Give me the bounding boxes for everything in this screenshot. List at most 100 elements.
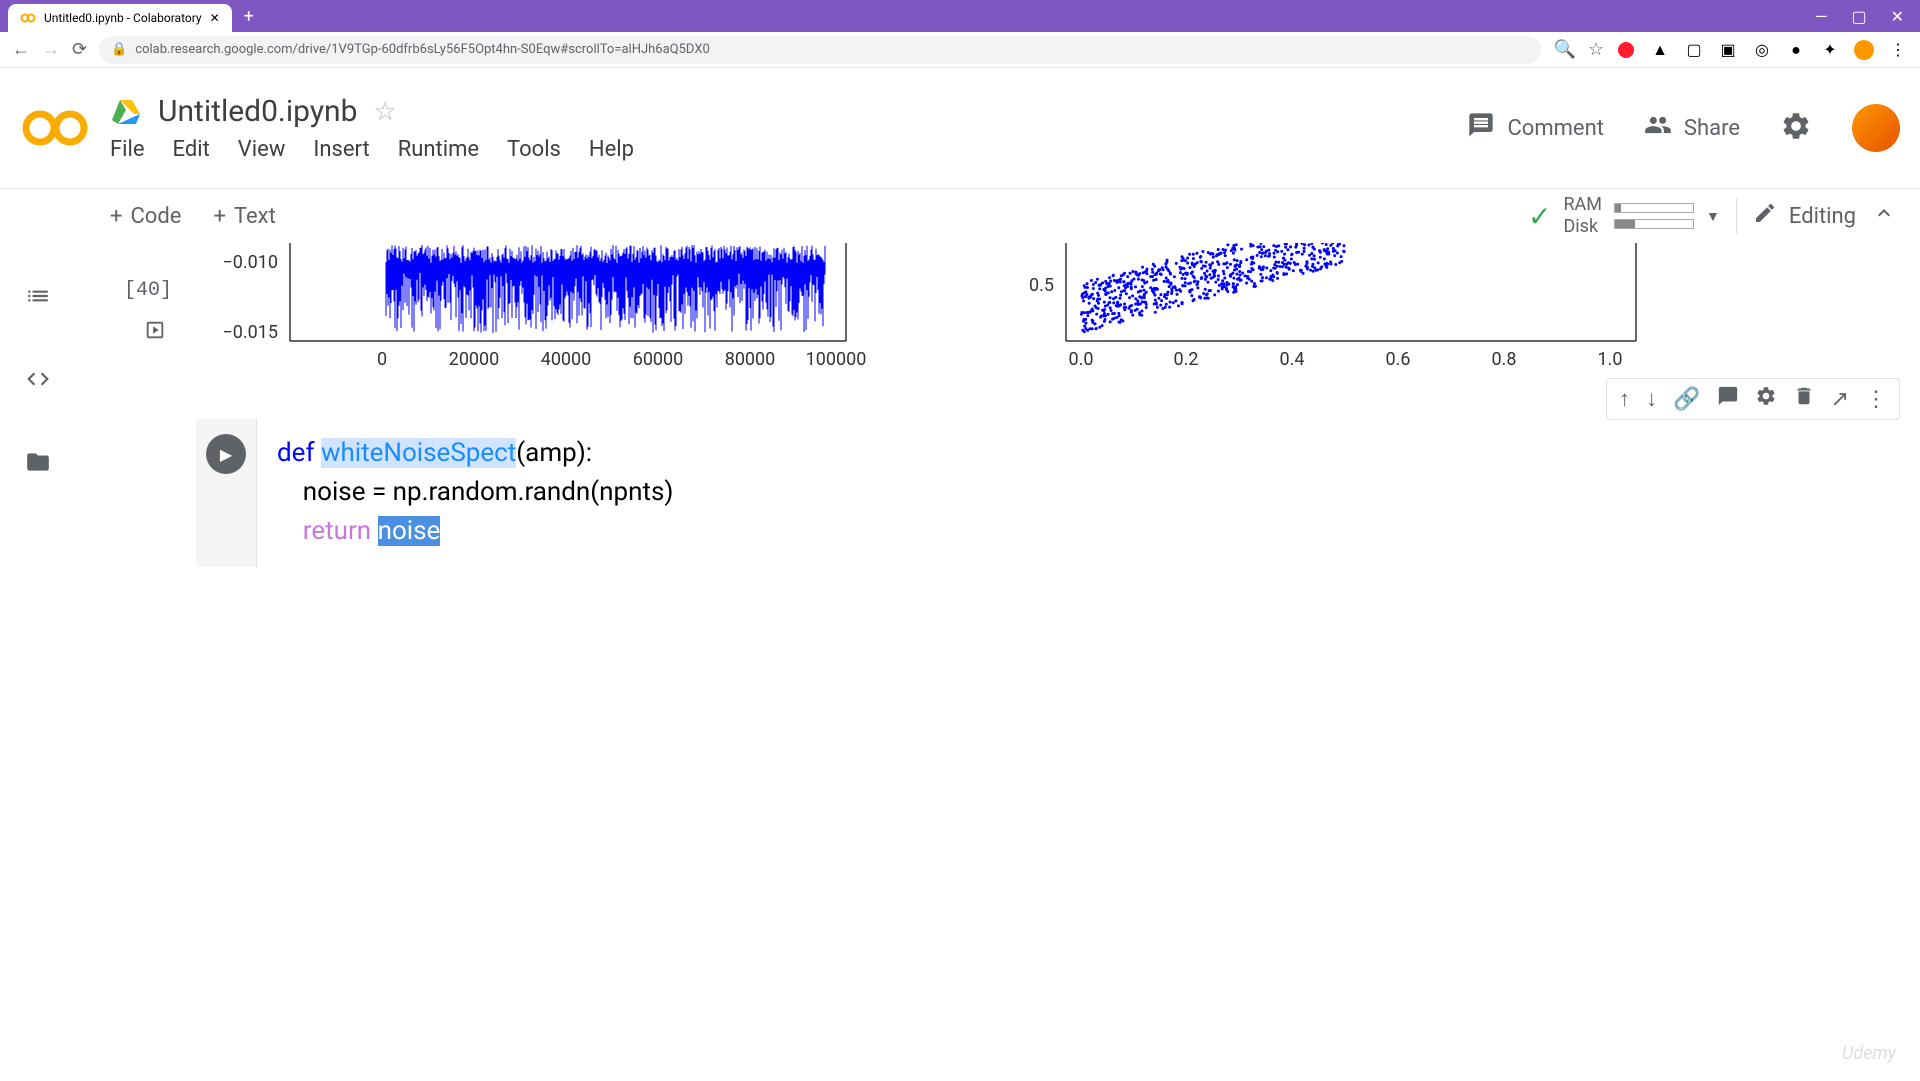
move-up-icon[interactable]: ↑ [1619,386,1630,412]
comment-label: Comment [1507,116,1603,141]
output-cell: [40] −0.010 −0.015 0 20000 40000 60000 8… [116,243,1920,378]
menu-help[interactable]: Help [589,137,634,162]
drive-icon [110,96,142,128]
browser-menu-icon[interactable]: ⋮ [1888,40,1908,60]
settings-icon[interactable] [1780,110,1812,146]
cell-exec-label: [40] [124,279,172,302]
profile-icon[interactable] [1854,40,1874,60]
collapse-header-icon[interactable] [1872,201,1896,231]
star-icon[interactable]: ☆ [373,97,396,127]
selected-text: noise [378,516,441,546]
colab-favicon-icon [20,10,36,26]
function-name: whiteNoiseSpect [321,438,516,468]
code-line-2: noise = np.random.randn(npnts) [277,473,1880,512]
keyword-return: return [303,516,371,546]
menu-file[interactable]: File [110,137,145,162]
open-in-tab-icon[interactable]: ↗ [1831,387,1849,412]
opera-ext-icon[interactable] [1616,40,1636,60]
svg-text:−0.015: −0.015 [222,322,278,343]
chart-1: −0.010 −0.015 0 20000 40000 60000 80000 … [206,243,926,378]
share-button[interactable]: Share [1644,111,1740,145]
ext-icon-6[interactable]: ● [1786,40,1806,60]
zoom-icon[interactable]: 🔍 [1553,39,1575,60]
svg-text:0.6: 0.6 [1386,349,1411,370]
disk-label: Disk [1563,216,1602,238]
cell-comment-icon[interactable] [1717,385,1739,413]
code-text: (amp): [516,438,592,468]
user-avatar[interactable] [1852,104,1900,152]
url-text: colab.research.google.com/drive/1V9TGp-6… [135,42,710,57]
ram-label: RAM [1563,194,1602,216]
files-icon[interactable] [25,449,51,482]
plus-icon: + [213,204,225,229]
menu-edit[interactable]: Edit [173,137,210,162]
notebook-title[interactable]: Untitled0.ipynb [158,94,357,129]
editing-mode-button[interactable]: Editing [1753,201,1856,231]
link-icon[interactable]: 🔗 [1673,387,1700,412]
comment-button[interactable]: Comment [1467,111,1603,145]
svg-text:0.8: 0.8 [1492,349,1517,370]
menu-tools[interactable]: Tools [507,137,561,162]
svg-text:20000: 20000 [449,349,500,370]
divider [1736,198,1737,234]
close-tab-icon[interactable]: ✕ [210,11,220,25]
svg-text:−0.010: −0.010 [222,252,278,273]
close-window-icon[interactable]: ✕ [1891,7,1904,26]
add-code-button[interactable]: + Code [110,204,181,229]
star-bookmark-icon[interactable]: ☆ [1588,39,1604,60]
disk-bar [1614,219,1694,229]
cell-toolbar: ↑ ↓ 🔗 ↗ ⋮ [1606,378,1900,420]
comment-icon [1467,111,1495,145]
extension-icons: ▲ ▢ ▣ ◎ ● ✦ ⋮ [1616,40,1908,60]
menu-insert[interactable]: Insert [313,137,369,162]
browser-titlebar: Untitled0.ipynb - Colaboratory ✕ + — ▢ ✕ [0,0,1920,32]
ext-icon-5[interactable]: ◎ [1752,40,1772,60]
menu-view[interactable]: View [238,137,286,162]
run-button[interactable]: ▶ [206,434,246,474]
pencil-icon [1753,201,1777,231]
run-cell-area: ▶ [196,418,256,567]
code-editor[interactable]: def whiteNoiseSpect(amp): noise = np.ran… [256,418,1900,567]
move-down-icon[interactable]: ↓ [1646,386,1657,412]
svg-text:0.4: 0.4 [1280,349,1305,370]
tab-title: Untitled0.ipynb - Colaboratory [44,11,202,25]
ram-bar [1614,203,1694,213]
window-controls: — ▢ ✕ [1815,7,1920,26]
code-cell: ↑ ↓ 🔗 ↗ ⋮ ▶ def whiteNoiseSpect(amp): no… [196,418,1900,567]
delete-icon[interactable] [1793,385,1815,413]
minimize-icon[interactable]: — [1815,7,1828,26]
extensions-icon[interactable]: ✦ [1820,40,1840,60]
reload-button[interactable]: ⟳ [72,39,87,60]
forward-button[interactable]: → [42,39,60,60]
svg-text:100000: 100000 [806,349,867,370]
svg-text:60000: 60000 [633,349,684,370]
new-tab-button[interactable]: + [244,6,254,27]
cell-settings-icon[interactable] [1755,385,1777,413]
runtime-status[interactable]: ✓ RAM Disk ▼ [1528,194,1720,237]
svg-text:1.0: 1.0 [1598,349,1623,370]
ext-icon-2[interactable]: ▲ [1650,40,1670,60]
code-snippets-icon[interactable] [25,366,51,399]
colab-logo-icon[interactable] [20,108,90,148]
ext-icon-3[interactable]: ▢ [1684,40,1704,60]
notebook-main: [40] −0.010 −0.015 0 20000 40000 60000 8… [0,243,1920,1081]
toc-icon[interactable] [25,283,51,316]
add-text-button[interactable]: + Text [213,204,275,229]
maximize-icon[interactable]: ▢ [1851,7,1866,26]
browser-toolbar: ← → ⟳ 🔒 colab.research.google.com/drive/… [0,32,1920,68]
back-button[interactable]: ← [12,39,30,60]
ext-icon-4[interactable]: ▣ [1718,40,1738,60]
menu-bar: File Edit View Insert Runtime Tools Help [110,137,634,162]
chevron-down-icon[interactable]: ▼ [1706,208,1720,225]
svg-text:0.5: 0.5 [1029,275,1054,296]
space [371,516,377,546]
browser-tab[interactable]: Untitled0.ipynb - Colaboratory ✕ [8,4,232,32]
menu-runtime[interactable]: Runtime [398,137,479,162]
action-bar: + Code + Text ✓ RAM Disk ▼ Editing [0,189,1920,243]
indent [277,516,303,546]
more-icon[interactable]: ⋮ [1865,387,1887,412]
text-label: Text [234,204,276,229]
lock-icon: 🔒 [111,42,127,57]
chart-2: 0.5 0.0 0.2 0.4 0.6 0.8 1.0 [1026,243,1666,378]
address-bar[interactable]: 🔒 colab.research.google.com/drive/1V9TGp… [99,36,1541,64]
